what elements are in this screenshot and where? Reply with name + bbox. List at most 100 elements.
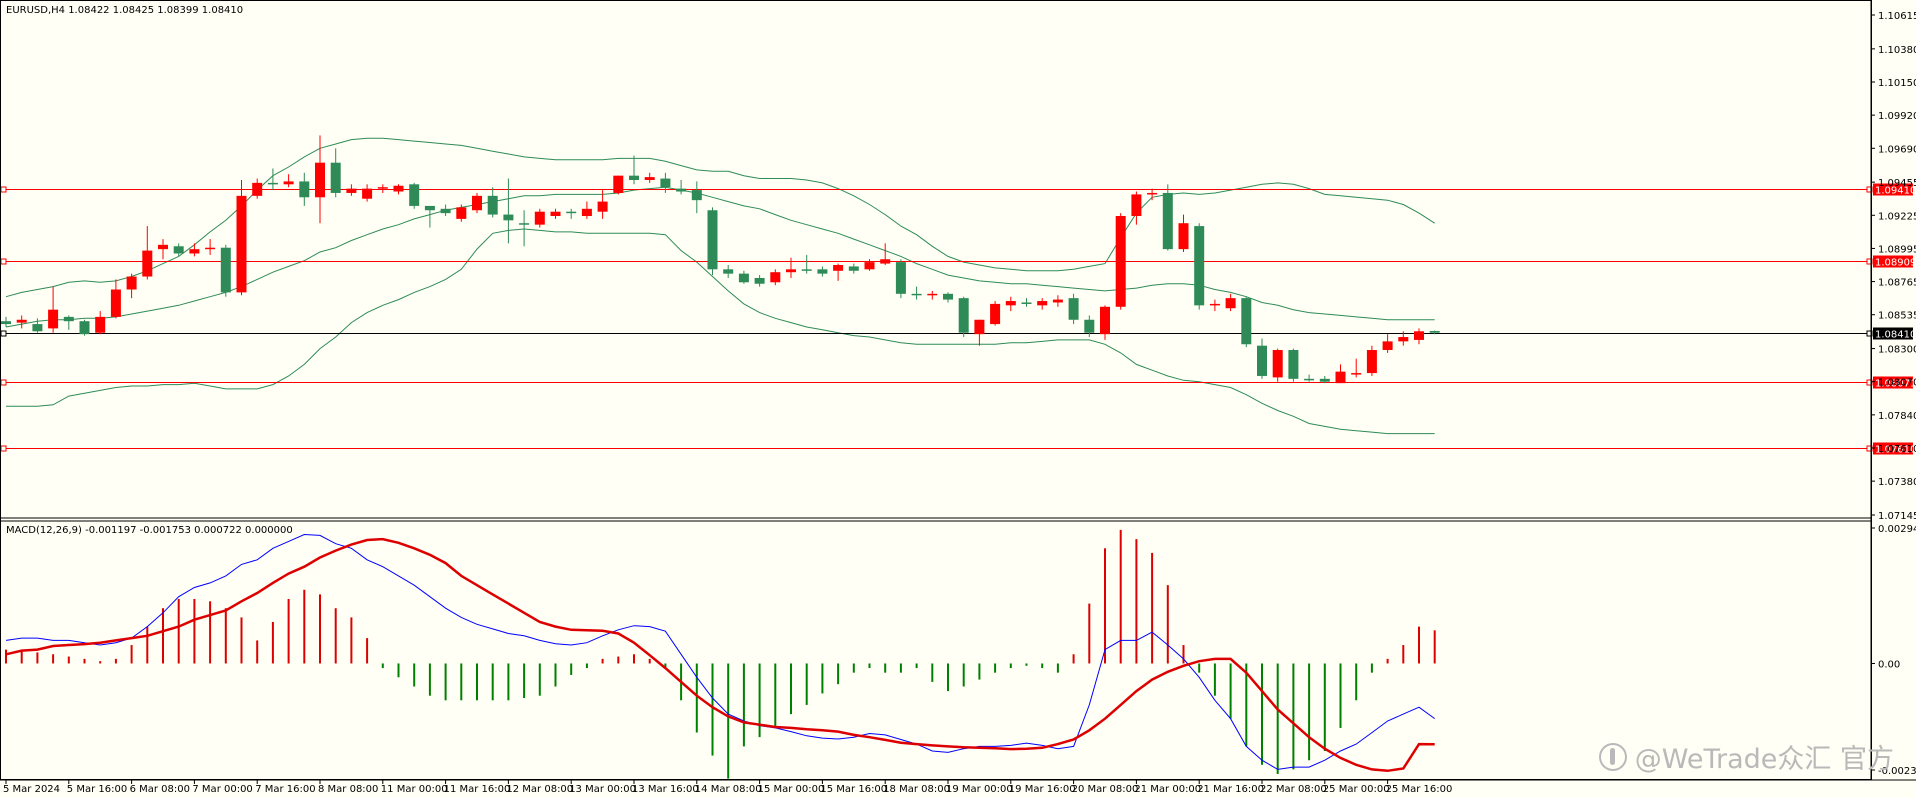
macd-tick-label: 0.00: [1878, 659, 1900, 670]
candle-body: [330, 162, 341, 193]
candle-body: [1257, 345, 1267, 376]
candle-body: [1084, 319, 1095, 333]
candle-body: [1, 321, 11, 325]
candle-body: [723, 269, 734, 274]
candle: [1194, 223, 1205, 310]
candle-body: [1272, 350, 1283, 378]
candle-body: [393, 185, 404, 192]
candle-body: [142, 250, 153, 277]
candle-body: [440, 208, 451, 214]
candle-body: [48, 309, 59, 329]
candle: [1288, 348, 1299, 382]
time-label: 7 Mar 16:00: [255, 784, 315, 795]
candle-body: [754, 277, 765, 284]
time-label: 25 Mar 00:00: [1323, 784, 1390, 795]
candle: [613, 175, 624, 195]
trading-chart[interactable]: 1.094101.089091.084101.080711.07610 1.10…: [0, 0, 1916, 798]
price-tick-label: 1.08995: [1878, 244, 1916, 255]
candle-body: [833, 265, 844, 271]
candle-body: [377, 187, 388, 189]
candle-body: [346, 188, 357, 193]
price-header: EURUSD,H4 1.08422 1.08425 1.08399 1.0841…: [6, 5, 243, 16]
time-label: 21 Mar 16:00: [1197, 784, 1264, 795]
watermark-text: @WeTrade众汇 官方: [1634, 744, 1894, 775]
candle-body: [644, 177, 655, 180]
time-label: 22 Mar 08:00: [1260, 784, 1327, 795]
candle-body: [943, 293, 953, 300]
candle-body: [597, 201, 608, 212]
candle-body: [738, 273, 749, 283]
price-tick-label: 1.08070: [1878, 378, 1916, 389]
candle-body: [1147, 192, 1158, 195]
candle-body: [1037, 301, 1048, 306]
candle-body: [1052, 299, 1063, 303]
candle-body: [1335, 371, 1346, 384]
chart-background: [0, 0, 1916, 798]
candle-body: [1209, 303, 1220, 306]
price-tick-label: 1.08300: [1878, 345, 1916, 356]
candle-body: [63, 316, 74, 322]
candle-body: [16, 319, 27, 323]
candle-body: [362, 188, 373, 199]
level-handle: [0, 379, 7, 386]
watermark-logo-icon: [1598, 743, 1627, 771]
candle-body: [1225, 298, 1236, 309]
candle-body: [786, 269, 796, 273]
level-handle: [0, 445, 7, 452]
candle-body: [283, 181, 294, 185]
candle-body: [927, 293, 938, 296]
candle-body: [660, 178, 671, 188]
time-label: 5 Mar 16:00: [67, 784, 127, 795]
candle-body: [299, 181, 310, 198]
candle: [1162, 184, 1173, 251]
time-label: 5 Mar 2024: [3, 784, 60, 795]
candle: [409, 182, 420, 209]
candle-body: [487, 195, 498, 215]
time-label: 15 Mar 00:00: [758, 784, 825, 795]
candle: [1115, 213, 1126, 310]
candle: [958, 296, 969, 338]
candle-body: [613, 175, 624, 193]
price-tick-label: 1.07145: [1878, 511, 1916, 522]
candle-body: [1131, 194, 1142, 217]
candle-body: [236, 195, 247, 293]
candle-body: [472, 195, 482, 211]
candle-body: [1382, 341, 1393, 351]
candle-body: [173, 246, 184, 254]
macd-header: MACD(12,26,9) -0.001197 -0.001753 0.0007…: [6, 525, 293, 536]
candle: [1068, 293, 1079, 325]
time-label: 14 Mar 08:00: [695, 784, 762, 795]
candle-body: [1005, 301, 1016, 306]
candle-body: [424, 205, 435, 211]
candle-body: [817, 269, 828, 274]
candle-body: [1115, 216, 1126, 307]
candle-body: [503, 214, 514, 221]
candle-body: [409, 184, 420, 206]
candle-body: [32, 324, 43, 332]
candle-body: [79, 321, 90, 335]
candle-body: [519, 223, 530, 225]
candle-body: [958, 298, 969, 333]
candle-body: [911, 293, 922, 296]
candle-body: [848, 266, 859, 271]
time-label: 8 Mar 08:00: [318, 784, 378, 795]
price-tick-label: 1.08765: [1878, 278, 1916, 289]
time-label: 11 Mar 00:00: [381, 784, 448, 795]
candle: [990, 301, 1001, 326]
candle: [472, 192, 482, 214]
time-label: 19 Mar 00:00: [946, 784, 1013, 795]
candle-body: [880, 259, 891, 264]
candle-body: [95, 316, 106, 333]
candle: [1241, 296, 1252, 348]
candle-body: [158, 244, 168, 250]
time-label: 20 Mar 08:00: [1072, 784, 1139, 795]
candle-body: [1319, 378, 1330, 382]
candle-body: [1429, 330, 1440, 333]
candle-body: [126, 276, 137, 290]
candle: [1366, 345, 1377, 376]
level-handle: [0, 258, 7, 265]
candle-body: [801, 269, 812, 271]
candle-body: [895, 262, 906, 294]
candle-body: [1398, 337, 1409, 342]
candle-body: [990, 303, 1001, 325]
